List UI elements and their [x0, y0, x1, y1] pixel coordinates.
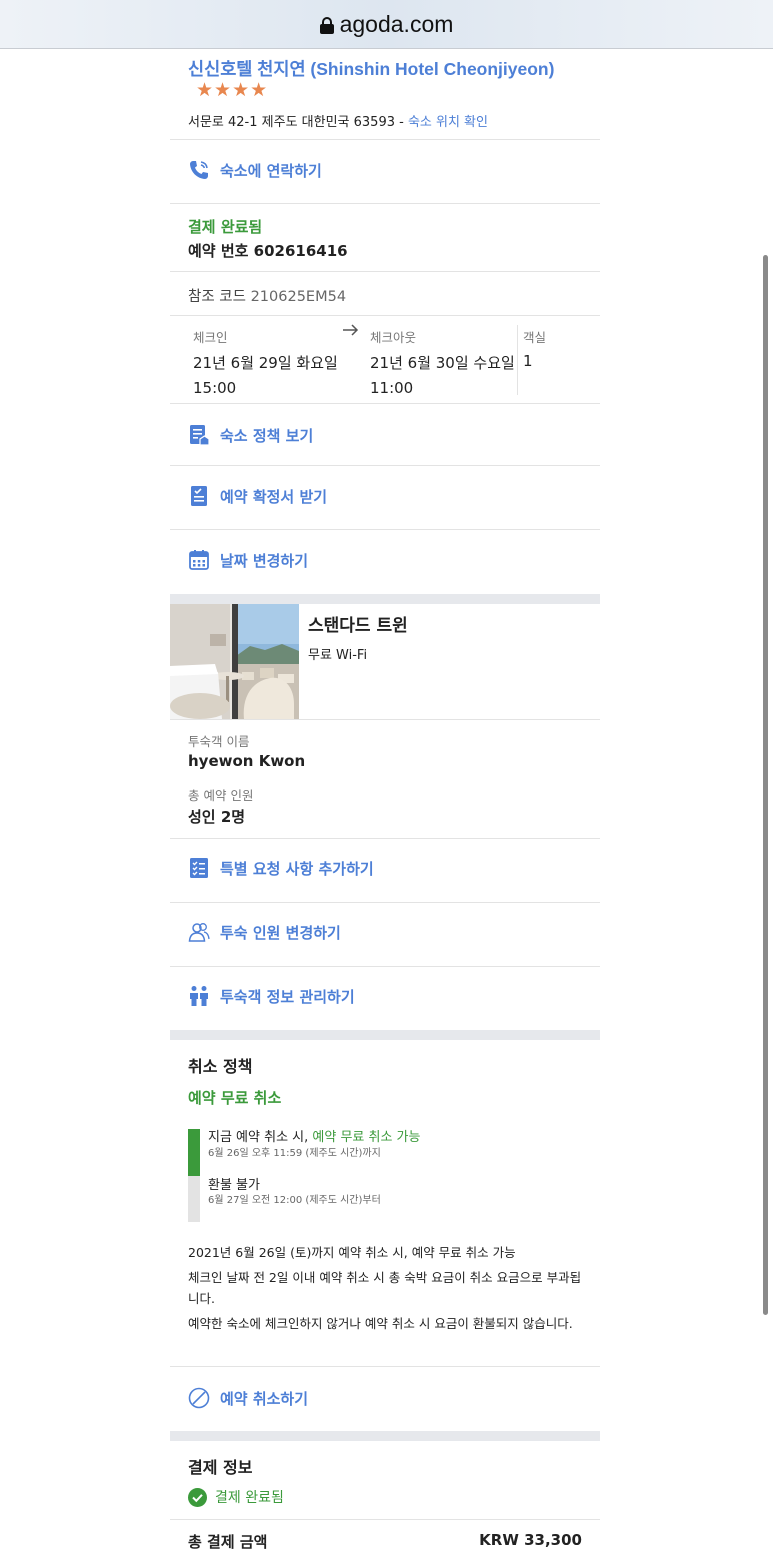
phone-icon — [188, 159, 210, 181]
hotel-name[interactable]: 신신호텔 천지연 (Shinshin Hotel Cheonjiyeon) — [188, 56, 554, 81]
section-separator — [170, 1030, 600, 1040]
hotel-address: 서문로 42-1 제주도 대한민국 63593 - 숙소 위치 확인 — [188, 111, 488, 130]
get-confirmation-button[interactable]: 예약 확정서 받기 — [188, 482, 327, 510]
reference-code: 참조 코드 210625EM54 — [188, 285, 346, 306]
contact-property-button[interactable]: 숙소에 연락하기 — [188, 156, 322, 184]
guest-name-label: 투숙객 이름 — [188, 734, 250, 749]
total-label: 총 결제 금액 — [188, 1533, 268, 1551]
browser-url-bar[interactable]: agoda.com — [0, 0, 773, 49]
special-request-label: 특별 요청 사항 추가하기 — [220, 859, 374, 878]
policy-label: 숙소 정책 보기 — [220, 426, 314, 445]
contact-label: 숙소에 연락하기 — [220, 161, 322, 180]
checkin-time: 15:00 — [193, 379, 237, 397]
cancellation-p1: 2021년 6월 26일 (토)까지 예약 취소 시, 예약 무료 취소 가능 — [188, 1245, 516, 1260]
divider — [170, 271, 600, 272]
confirmation-label: 예약 확정서 받기 — [220, 487, 328, 506]
checkout-label: 체크아웃 — [370, 330, 417, 345]
payment-title: 결제 정보 — [188, 1458, 253, 1477]
cancel-icon — [188, 1387, 210, 1409]
divider — [170, 403, 600, 404]
checkout-time: 11:00 — [370, 379, 414, 397]
free-cancellation: 예약 무료 취소 — [188, 1089, 282, 1107]
cancellation-title: 취소 정책 — [188, 1057, 253, 1076]
change-guests-button[interactable]: 투숙 인원 변경하기 — [188, 918, 341, 946]
manage-guest-label: 투숙객 정보 관리하기 — [220, 987, 355, 1006]
total-amount: KRW 33,300 — [479, 1531, 582, 1549]
guest-count: 성인 2명 — [188, 808, 246, 826]
checkin-label: 체크인 — [193, 330, 228, 345]
guest-count-label: 총 예약 인원 — [188, 788, 254, 803]
divider — [170, 529, 600, 530]
special-request-button[interactable]: 특별 요청 사항 추가하기 — [188, 854, 374, 882]
timeline-step-free: 지금 예약 취소 시, 예약 무료 취소 가능 — [208, 1126, 420, 1145]
step1-prefix: 지금 예약 취소 시, — [208, 1130, 313, 1145]
divider — [170, 966, 600, 967]
divider — [170, 465, 600, 466]
calendar-icon — [188, 549, 210, 571]
divider — [517, 325, 518, 395]
change-dates-button[interactable]: 날짜 변경하기 — [188, 546, 308, 574]
cancellation-details: 2021년 6월 26일 (토)까지 예약 취소 시, 예약 무료 취소 가능 … — [188, 1242, 588, 1334]
address-text: 서문로 42-1 제주도 대한민국 63593 - — [188, 115, 408, 130]
checkin-block: 체크인 21년 6월 29일 화요일 15:00 — [193, 327, 338, 397]
divider — [170, 315, 600, 316]
step1-highlight: 예약 무료 취소 가능 — [312, 1130, 421, 1145]
divider — [170, 139, 600, 140]
rooms-count: 1 — [523, 352, 533, 370]
reference-label: 참조 코드 — [188, 289, 246, 305]
cancel-label: 예약 취소하기 — [220, 1389, 309, 1408]
divider — [170, 838, 600, 839]
policy-document-icon — [188, 424, 210, 446]
payment-complete: 결제 완료됨 — [188, 1487, 284, 1507]
room-name: 스탠다드 트윈 — [308, 616, 408, 636]
url-domain: agoda.com — [339, 10, 454, 37]
arrow-right-icon — [342, 322, 360, 342]
room-photo[interactable] — [170, 604, 299, 719]
room-amenity: 무료 Wi-Fi — [308, 648, 368, 663]
divider — [170, 203, 600, 204]
divider — [170, 719, 600, 720]
checkout-block: 체크아웃 21년 6월 30일 수요일 11:00 — [370, 327, 515, 397]
timeline-free-bar — [188, 1129, 200, 1176]
confirmation-document-icon — [188, 485, 210, 507]
divider — [170, 902, 600, 903]
booking-number: 예약 번호 602616416 — [188, 242, 348, 260]
change-dates-label: 날짜 변경하기 — [220, 551, 309, 570]
view-policy-button[interactable]: 숙소 정책 보기 — [188, 421, 313, 449]
checklist-icon — [188, 857, 210, 879]
checkin-date: 21년 6월 29일 화요일 — [193, 354, 338, 372]
reference-value: 210625EM54 — [250, 289, 347, 305]
change-guests-label: 투숙 인원 변경하기 — [220, 923, 341, 942]
rooms-label: 객실 — [523, 330, 547, 345]
guests-icon — [188, 985, 210, 1007]
divider — [170, 1519, 600, 1520]
payment-complete-label: 결제 완료됨 — [215, 1490, 284, 1506]
timeline-nonrefund-bar — [188, 1176, 200, 1222]
section-separator — [170, 1431, 600, 1441]
divider — [170, 1366, 600, 1367]
section-separator — [170, 594, 600, 604]
cancellation-p3: 예약한 숙소에 체크인하지 않거나 예약 취소 시 요금이 환불되지 않습니다. — [188, 1316, 573, 1331]
manage-guest-button[interactable]: 투숙객 정보 관리하기 — [188, 982, 355, 1010]
star-rating-icon: ★★★★ — [196, 79, 269, 101]
checkout-date: 21년 6월 30일 수요일 — [370, 354, 515, 372]
step1-deadline: 6월 26일 오후 11:59 (제주도 시간)까지 — [208, 1148, 381, 1159]
scrollbar[interactable] — [763, 255, 768, 1315]
map-link[interactable]: 숙소 위치 확인 — [408, 115, 488, 130]
payment-status: 결제 완료됨 — [188, 218, 263, 236]
cancellation-p2: 체크인 날짜 전 2일 이내 예약 취소 시 총 숙박 요금이 취소 요금으로 … — [188, 1270, 582, 1306]
users-icon — [188, 921, 210, 943]
step2-deadline: 6월 27일 오전 12:00 (제주도 시간)부터 — [208, 1195, 381, 1206]
guest-name: hyewon Kwon — [188, 752, 306, 770]
rooms-block: 객실 1 — [523, 327, 546, 370]
lock-icon — [319, 16, 334, 34]
cancel-booking-button[interactable]: 예약 취소하기 — [188, 1384, 308, 1412]
check-circle-icon — [188, 1487, 207, 1507]
